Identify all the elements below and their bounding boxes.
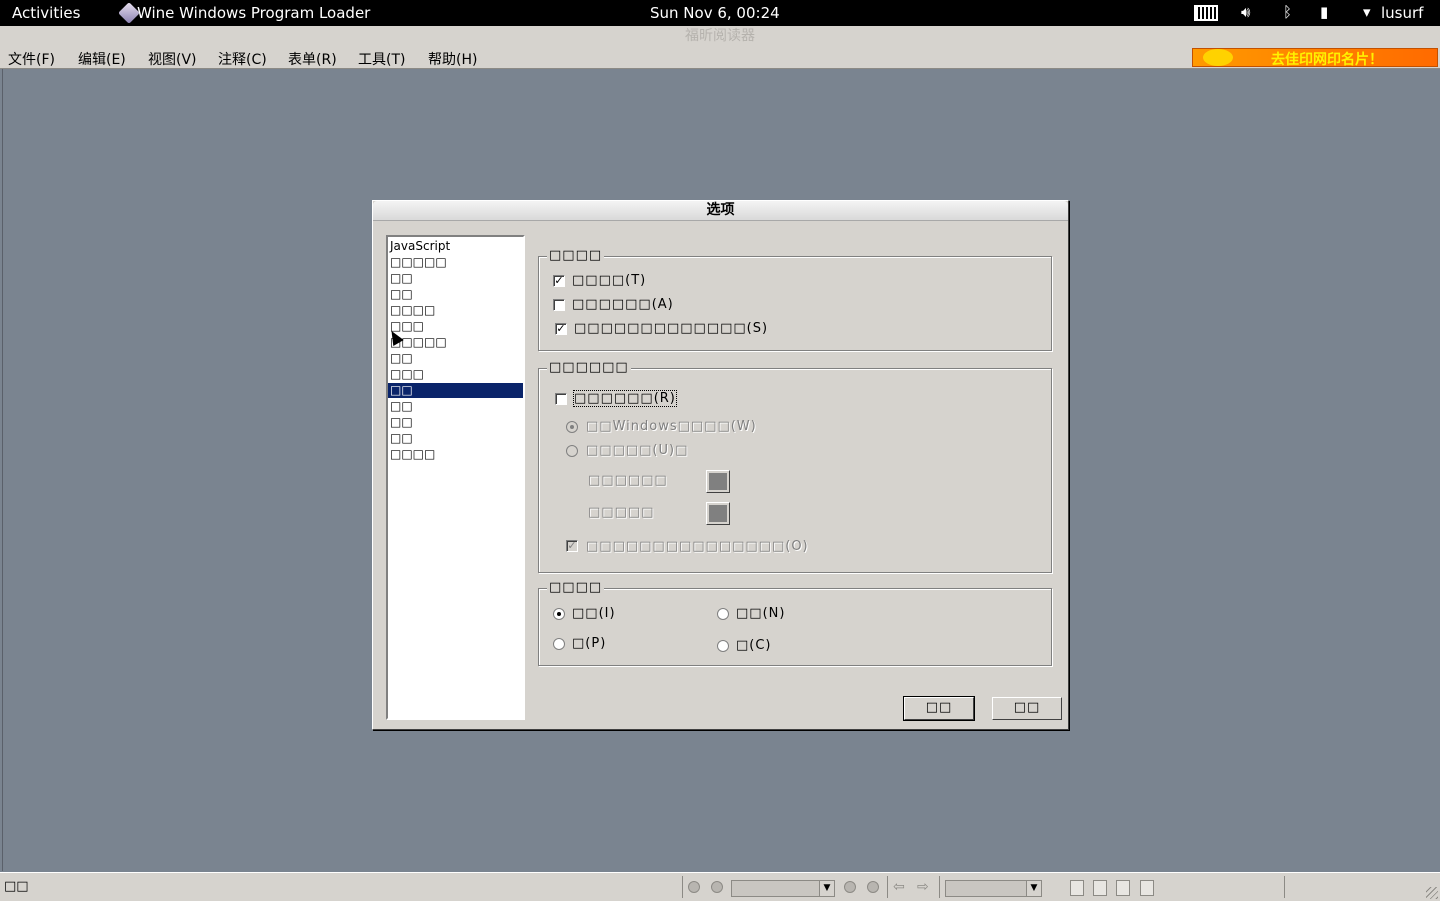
page-number-combo[interactable]: ▼ bbox=[731, 880, 835, 897]
status-separator bbox=[682, 876, 683, 898]
menu-form[interactable]: 表单(R) bbox=[288, 49, 337, 69]
cancel-button[interactable]: □□ bbox=[992, 697, 1062, 720]
category-item[interactable]: JavaScript bbox=[388, 239, 523, 254]
volume-icon[interactable]: 🔊︎ bbox=[1241, 3, 1250, 21]
first-page-icon[interactable] bbox=[688, 881, 700, 893]
system-top-bar: Activities Wine Windows Program Loader S… bbox=[0, 0, 1440, 26]
menu-comment[interactable]: 注释(C) bbox=[218, 49, 267, 69]
category-item[interactable]: □□ bbox=[388, 431, 523, 446]
category-item[interactable]: □□□□ bbox=[388, 447, 523, 462]
checkbox-option-s-label[interactable]: □□□□□□□□□□□□□(S) bbox=[574, 321, 768, 336]
checkbox-option-o[interactable]: ✓ bbox=[566, 540, 578, 552]
checkbox-option-t-label[interactable]: □□□□(T) bbox=[572, 273, 646, 288]
status-text: □□ bbox=[4, 879, 29, 894]
continuous-view-icon[interactable] bbox=[1093, 880, 1107, 896]
chevron-down-icon[interactable]: ▼ bbox=[1026, 881, 1041, 896]
single-page-view-icon[interactable] bbox=[1070, 880, 1084, 896]
radio-custom-colors-label[interactable]: □□□□□(U)□ bbox=[586, 443, 688, 458]
category-item[interactable]: □□□ bbox=[388, 367, 523, 382]
options-dialog: 选项 JavaScript □□□□□ □□ □□ □□□□ □□□ □□□□□… bbox=[372, 200, 1069, 730]
menu-file[interactable]: 文件(F) bbox=[8, 49, 55, 69]
ad-banner[interactable]: 去佳印网印名片！ bbox=[1192, 48, 1438, 68]
checkbox-option-o-label[interactable]: □□□□□□□□□□□□□□□(O) bbox=[586, 539, 809, 554]
group-layout-title: □□□□ bbox=[547, 580, 605, 595]
radio-option-p-label[interactable]: □(P) bbox=[572, 636, 606, 651]
group-general-title: □□□□ bbox=[547, 248, 605, 263]
category-item[interactable]: □□□□□ bbox=[388, 255, 523, 270]
bluetooth-icon[interactable]: ᛒ bbox=[1283, 3, 1292, 21]
category-item[interactable]: □□□ bbox=[388, 319, 523, 334]
chat-icon[interactable]: ▾ bbox=[1363, 3, 1371, 21]
radio-option-i[interactable] bbox=[553, 608, 565, 620]
dialog-title: 选项 bbox=[373, 201, 1068, 221]
menu-view[interactable]: 视图(V) bbox=[148, 49, 197, 69]
next-page-icon[interactable] bbox=[844, 881, 856, 893]
radio-option-n-label[interactable]: □□(N) bbox=[736, 606, 785, 621]
smiley-icon bbox=[1203, 49, 1233, 66]
group-layout: □□□□ □□(I) □□(N) □(P) □(C) bbox=[538, 580, 1052, 666]
clock[interactable]: Sun Nov 6, 00:24 bbox=[650, 4, 780, 22]
radio-option-c-label[interactable]: □(C) bbox=[736, 638, 772, 653]
color1-label: □□□□□□ bbox=[588, 473, 668, 488]
ok-button[interactable]: □□ bbox=[903, 696, 975, 721]
chevron-down-icon[interactable]: ▼ bbox=[819, 881, 834, 896]
activities-button[interactable]: Activities bbox=[12, 4, 80, 22]
category-item-selected[interactable]: □□ bbox=[388, 383, 523, 398]
window-title: 福昕阅读器 bbox=[0, 26, 1440, 47]
facing-view-icon[interactable] bbox=[1116, 880, 1130, 896]
group-colors-title: □□□□□□ bbox=[547, 360, 631, 375]
keyboard-icon[interactable] bbox=[1194, 5, 1218, 21]
category-item[interactable]: □□ bbox=[388, 287, 523, 302]
group-colors: □□□□□□ □□□□□□(R) □□Windows□□□□(W) □□□□□(… bbox=[538, 360, 1052, 573]
color1-swatch-button[interactable] bbox=[706, 470, 730, 493]
radio-option-c[interactable] bbox=[717, 640, 729, 652]
radio-option-p[interactable] bbox=[553, 638, 565, 650]
checkbox-option-t[interactable]: ✓ bbox=[553, 275, 565, 287]
radio-option-n[interactable] bbox=[717, 608, 729, 620]
radio-option-i-label[interactable]: □□(I) bbox=[572, 606, 616, 621]
group-general: □□□□ ✓ □□□□(T) □□□□□□(A) ✓ □□□□□□□□□□□□□… bbox=[538, 248, 1052, 351]
category-item[interactable]: □□ bbox=[388, 271, 523, 286]
checkbox-option-s[interactable]: ✓ bbox=[555, 323, 567, 335]
battery-icon[interactable]: ▮ bbox=[1320, 3, 1328, 21]
category-item[interactable]: □□ bbox=[388, 351, 523, 366]
category-item[interactable]: □□ bbox=[388, 399, 523, 414]
resize-grip-icon[interactable] bbox=[1426, 887, 1438, 899]
checkbox-option-r-label[interactable]: □□□□□□(R) bbox=[573, 390, 677, 407]
forward-arrow-icon[interactable]: ⇨ bbox=[917, 879, 929, 895]
back-arrow-icon[interactable]: ⇦ bbox=[893, 879, 905, 895]
radio-custom-colors[interactable] bbox=[566, 445, 578, 457]
category-item[interactable]: □□□□ bbox=[388, 303, 523, 318]
zoom-combo[interactable]: ▼ bbox=[945, 880, 1042, 897]
menu-help[interactable]: 帮助(H) bbox=[428, 49, 477, 69]
radio-windows-colors[interactable] bbox=[566, 421, 578, 433]
checkbox-option-r[interactable] bbox=[555, 393, 567, 405]
checkbox-option-a[interactable] bbox=[553, 299, 565, 311]
last-page-icon[interactable] bbox=[867, 881, 879, 893]
continuous-facing-view-icon[interactable] bbox=[1140, 880, 1154, 896]
color2-swatch-button[interactable] bbox=[706, 502, 730, 525]
app-menu-name[interactable]: Wine Windows Program Loader bbox=[137, 4, 370, 22]
status-separator bbox=[1284, 876, 1285, 898]
ad-text: 去佳印网印名片！ bbox=[1271, 52, 1383, 68]
checkbox-option-a-label[interactable]: □□□□□□(A) bbox=[572, 297, 674, 312]
menu-edit[interactable]: 编辑(E) bbox=[78, 49, 126, 69]
prev-page-icon[interactable] bbox=[711, 881, 723, 893]
menu-tools[interactable]: 工具(T) bbox=[358, 49, 405, 69]
status-bar: □□ ▼ ⇦ ⇨ ▼ bbox=[0, 872, 1440, 901]
category-list[interactable]: JavaScript □□□□□ □□ □□ □□□□ □□□ □□□□□ □□… bbox=[386, 235, 525, 720]
user-menu[interactable]: lusurf bbox=[1381, 4, 1423, 22]
status-separator bbox=[887, 876, 888, 898]
radio-windows-colors-label[interactable]: □□Windows□□□□(W) bbox=[586, 419, 757, 434]
color2-label: □□□□□ bbox=[588, 505, 655, 520]
status-separator bbox=[939, 876, 940, 898]
category-item[interactable]: □□ bbox=[388, 415, 523, 430]
category-item[interactable]: □□□□□ bbox=[388, 335, 523, 350]
